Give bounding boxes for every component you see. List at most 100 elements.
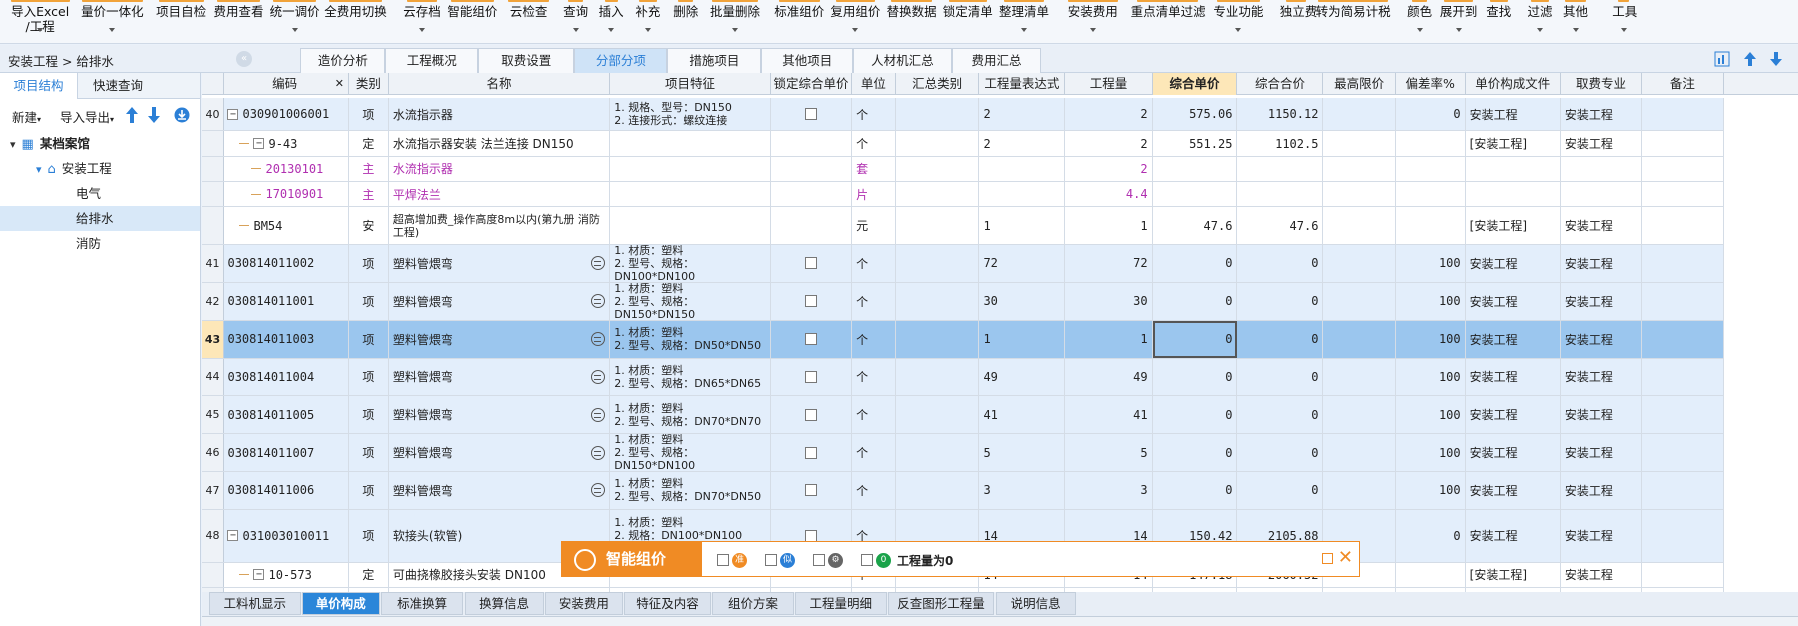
detail-tab-7[interactable]: 工程量明细 bbox=[794, 592, 887, 615]
unit-cell[interactable]: 个 bbox=[852, 282, 896, 320]
max-price-cell[interactable] bbox=[1323, 396, 1396, 434]
deviation-cell[interactable]: 100 bbox=[1396, 245, 1466, 282]
type-cell[interactable]: 主 bbox=[349, 181, 389, 207]
price-file-cell[interactable]: [安装工程] bbox=[1466, 562, 1561, 587]
quantity-expression-cell[interactable] bbox=[979, 181, 1066, 207]
lock-price-checkbox[interactable] bbox=[804, 529, 817, 542]
code-cell[interactable]: 030814011006 bbox=[221, 472, 349, 509]
max-price-cell[interactable] bbox=[1323, 98, 1396, 131]
quantity-expression-cell[interactable] bbox=[979, 156, 1066, 181]
name-cell[interactable]: 平焊法兰 bbox=[389, 181, 611, 207]
unit-price-cell[interactable]: 47.6 bbox=[1153, 207, 1238, 244]
total-price-cell[interactable]: 0 bbox=[1237, 358, 1324, 396]
fee-specialty-cell[interactable]: 安装工程 bbox=[1561, 396, 1643, 434]
unit-cell[interactable]: 个 bbox=[852, 396, 896, 434]
feature-cell[interactable]: 1. 材质：塑料 2. 型号、规格：DN150*DN100 bbox=[610, 434, 771, 472]
unit-price-cell[interactable]: 0 bbox=[1153, 245, 1238, 282]
table-row[interactable]: 44 030814011004 项塑料管煨弯 1. 材质：塑料 2. 型号、规格：DN6… bbox=[202, 358, 1724, 397]
fee-specialty-cell[interactable]: 安装工程 bbox=[1561, 472, 1643, 509]
price-file-cell[interactable]: 安装工程 bbox=[1466, 396, 1561, 434]
column-header-0[interactable]: 编码 bbox=[221, 73, 349, 95]
type-cell[interactable]: 项 bbox=[349, 509, 389, 562]
ribbon-button-27[interactable]: 过滤 bbox=[1525, 0, 1555, 44]
max-price-cell[interactable] bbox=[1323, 434, 1396, 472]
ribbon-button-1[interactable]: 量价一体化 bbox=[76, 0, 149, 44]
price-file-cell[interactable]: [安装工程] bbox=[1466, 207, 1561, 244]
ribbon-button-17[interactable]: 锁定清单 bbox=[943, 0, 993, 44]
lock-price-cell[interactable] bbox=[771, 434, 853, 472]
tab-0[interactable]: 造价分析 bbox=[300, 48, 386, 73]
ribbon-button-15[interactable]: 复用组价 bbox=[830, 0, 880, 44]
max-price-cell[interactable] bbox=[1323, 181, 1396, 207]
lock-price-cell[interactable] bbox=[771, 320, 853, 358]
feature-cell[interactable] bbox=[610, 181, 771, 207]
name-cell[interactable]: 塑料管煨弯 bbox=[389, 282, 611, 320]
ribbon-button-25[interactable]: 展开到 bbox=[1438, 0, 1479, 44]
ribbon-button-22[interactable]: 独立费 bbox=[1280, 0, 1317, 44]
summary-type-cell[interactable] bbox=[896, 131, 980, 156]
price-file-cell[interactable]: 安装工程 bbox=[1466, 509, 1561, 562]
table-row[interactable]: 46 030814011007 项塑料管煨弯 1. 材质：塑料 2. 型号、规格：DN1… bbox=[202, 434, 1724, 473]
table-row[interactable]: 17010901 主 平焊法兰 片 4.4 bbox=[202, 181, 1724, 208]
type-cell[interactable]: 安 bbox=[349, 207, 389, 244]
price-file-cell[interactable]: 安装工程 bbox=[1466, 434, 1561, 472]
unit-cell[interactable]: 个 bbox=[852, 434, 896, 472]
fee-specialty-cell[interactable]: 安装工程 bbox=[1561, 320, 1643, 358]
lock-price-cell[interactable] bbox=[771, 156, 853, 181]
price-file-cell[interactable]: 安装工程 bbox=[1466, 245, 1561, 282]
collapse-toggle-icon[interactable]: − bbox=[227, 108, 239, 120]
column-header-8[interactable]: 工程量 bbox=[1065, 73, 1153, 95]
lock-price-cell[interactable] bbox=[771, 472, 853, 509]
quantity-expression-cell[interactable]: 2 bbox=[979, 131, 1066, 156]
remark-cell[interactable] bbox=[1642, 396, 1724, 434]
download-icon[interactable] bbox=[174, 107, 190, 123]
price-file-cell[interactable] bbox=[1466, 156, 1561, 181]
table-row[interactable]: 41 030814011002 项塑料管煨弯 1. 材质：塑料 2. 型号、规格：DN1… bbox=[202, 245, 1724, 283]
tree-node-3[interactable]: 给排水 bbox=[0, 206, 200, 231]
ribbon-button-16[interactable]: 替换数据 bbox=[885, 0, 938, 44]
expand-toggle-icon[interactable]: ▾ bbox=[10, 138, 16, 151]
code-cell[interactable]: 20130101 bbox=[221, 156, 349, 181]
feature-cell[interactable]: 1. 规格、型号：DN150 2. 连接形式：螺纹连接 bbox=[610, 98, 771, 131]
quantity-cell[interactable]: 49 bbox=[1065, 358, 1153, 396]
type-cell[interactable]: 项 bbox=[349, 472, 389, 509]
lock-price-cell[interactable] bbox=[771, 181, 853, 207]
collapse-toggle-icon[interactable]: − bbox=[227, 530, 239, 542]
remark-cell[interactable] bbox=[1642, 181, 1724, 207]
quantity-expression-cell[interactable]: 2 bbox=[979, 98, 1066, 131]
summary-type-cell[interactable] bbox=[896, 472, 980, 509]
deviation-cell[interactable]: 100 bbox=[1396, 396, 1466, 434]
quantity-expression-cell[interactable]: 41 bbox=[979, 396, 1066, 434]
quantity-expression-cell[interactable]: 1 bbox=[979, 207, 1066, 244]
quantity-expression-cell[interactable]: 3 bbox=[979, 472, 1066, 509]
tree-node-1[interactable]: ▾ ⌂ 安装工程 bbox=[0, 156, 200, 181]
summary-type-cell[interactable] bbox=[896, 434, 980, 472]
column-header-5[interactable]: 单位 bbox=[852, 73, 896, 95]
smart-option-1[interactable]: 似 bbox=[765, 552, 795, 568]
code-cell[interactable]: 030814011005 bbox=[221, 396, 349, 434]
total-price-cell[interactable]: 0 bbox=[1237, 282, 1324, 320]
lock-price-checkbox[interactable] bbox=[804, 446, 817, 459]
column-header-9[interactable]: 综合单价 bbox=[1152, 73, 1238, 95]
detail-tab-8[interactable]: 反查图形工程量 bbox=[887, 592, 995, 615]
unit-cell[interactable]: 个 bbox=[852, 472, 896, 509]
lock-price-cell[interactable] bbox=[771, 282, 853, 320]
type-cell[interactable]: 项 bbox=[349, 358, 389, 396]
smart-option-0[interactable]: 准 bbox=[717, 552, 747, 568]
deviation-cell[interactable]: 100 bbox=[1396, 358, 1466, 396]
detail-tab-0[interactable]: 工料机显示 bbox=[208, 592, 301, 615]
feature-cell[interactable]: 1. 材质：塑料 2. 型号、规格：DN70*DN50 bbox=[610, 472, 771, 509]
column-header-12[interactable]: 偏差率% bbox=[1396, 73, 1466, 95]
restore-icon[interactable] bbox=[1322, 553, 1333, 564]
table-row[interactable]: 20130101 主 水流指示器 套 2 bbox=[202, 156, 1724, 182]
close-column-icon[interactable]: ✕ bbox=[335, 77, 344, 90]
ribbon-button-4[interactable]: 统一调价 bbox=[267, 0, 322, 44]
code-cell[interactable]: 030814011003 bbox=[221, 320, 349, 358]
quantity-cell[interactable]: 1 bbox=[1065, 320, 1153, 358]
new-button[interactable]: 新建▾ bbox=[12, 107, 41, 126]
deviation-cell[interactable]: 0 bbox=[1396, 98, 1466, 131]
deviation-cell[interactable] bbox=[1396, 181, 1466, 207]
remark-cell[interactable] bbox=[1642, 320, 1724, 358]
pricing-scheme-icon[interactable] bbox=[591, 369, 606, 384]
name-cell[interactable]: 水流指示器 bbox=[389, 98, 611, 131]
